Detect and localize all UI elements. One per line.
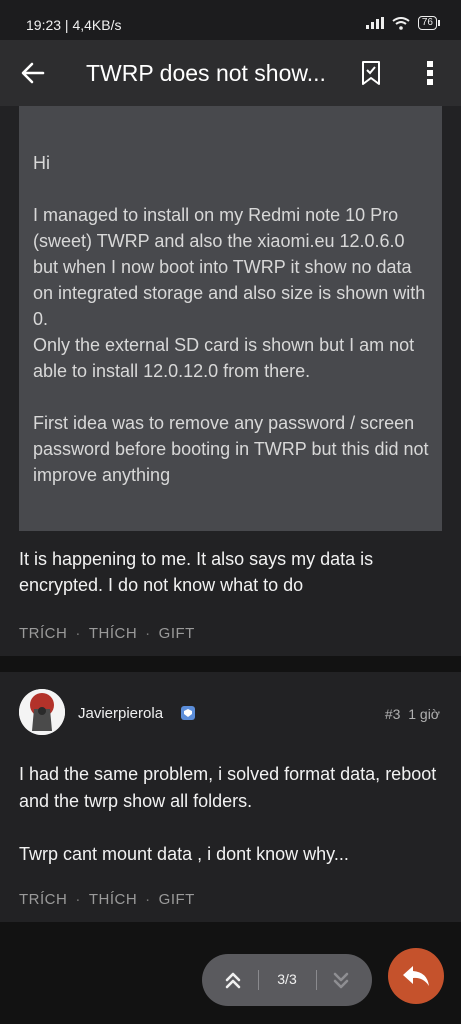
- page-navigator: 3/3: [202, 954, 372, 1006]
- back-arrow-icon[interactable]: [18, 58, 48, 88]
- quote-block: Hi I managed to install on my Redmi note…: [19, 106, 442, 531]
- separator: ·: [75, 625, 81, 642]
- more-vert-icon[interactable]: [420, 58, 440, 88]
- post-actions: TRÍCH · THÍCH · GIFT: [19, 625, 195, 642]
- gift-button[interactable]: GIFT: [159, 891, 195, 908]
- quote-paragraph: Hi: [33, 153, 50, 173]
- avatar[interactable]: [19, 689, 65, 735]
- double-chevron-up-icon[interactable]: [222, 968, 244, 992]
- reply-button[interactable]: [388, 948, 444, 1004]
- app-bar: TWRP does not show...: [0, 40, 461, 106]
- post-divider: [0, 656, 461, 672]
- double-chevron-down-icon[interactable]: [330, 968, 352, 992]
- quote-button[interactable]: TRÍCH: [19, 625, 67, 642]
- post-number[interactable]: #3: [385, 706, 401, 722]
- post-paragraph: Twrp cant mount data , i dont know why..…: [19, 844, 349, 864]
- like-button[interactable]: THÍCH: [89, 625, 137, 642]
- post-paragraph: I had the same problem, i solved format …: [19, 764, 437, 811]
- quote-paragraph: Only the external SD card is shown but I…: [33, 335, 415, 381]
- gift-button[interactable]: GIFT: [159, 625, 195, 642]
- status-icons: 76: [365, 16, 441, 30]
- username[interactable]: Javierpierola: [78, 705, 163, 722]
- pager-divider: [258, 970, 259, 990]
- bookmark-icon[interactable]: [359, 60, 383, 86]
- status-time-speed: 19:23 | 4,4KB/s: [26, 17, 122, 33]
- separator: ·: [145, 625, 151, 642]
- wifi-icon: [392, 16, 410, 30]
- page-title: TWRP does not show...: [86, 60, 326, 86]
- reply-icon: [403, 966, 429, 986]
- post-body: It is happening to me. It also says my d…: [19, 549, 374, 595]
- status-bar: 19:23 | 4,4KB/s 76: [0, 0, 461, 40]
- post-actions: TRÍCH · THÍCH · GIFT: [19, 891, 195, 908]
- separator: ·: [145, 891, 151, 908]
- quote-text: Hi I managed to install on my Redmi note…: [33, 150, 433, 514]
- separator: ·: [75, 891, 81, 908]
- post-meta: #3 1 giờ: [385, 706, 440, 722]
- shield-badge-icon: [181, 706, 195, 720]
- post-time: 1 giờ: [408, 706, 440, 722]
- quote-paragraph: I managed to install on my Redmi note 10…: [33, 205, 426, 329]
- avatar-image: [19, 689, 65, 735]
- quote-button[interactable]: TRÍCH: [19, 891, 67, 908]
- battery-indicator: 76: [417, 16, 441, 30]
- page-count: 3/3: [277, 971, 297, 987]
- pager-divider: [316, 970, 317, 990]
- post-body: I had the same problem, i solved format …: [19, 761, 444, 894]
- quote-paragraph: First idea was to remove any password / …: [33, 413, 429, 485]
- like-button[interactable]: THÍCH: [89, 891, 137, 908]
- signal-icon: [365, 17, 384, 29]
